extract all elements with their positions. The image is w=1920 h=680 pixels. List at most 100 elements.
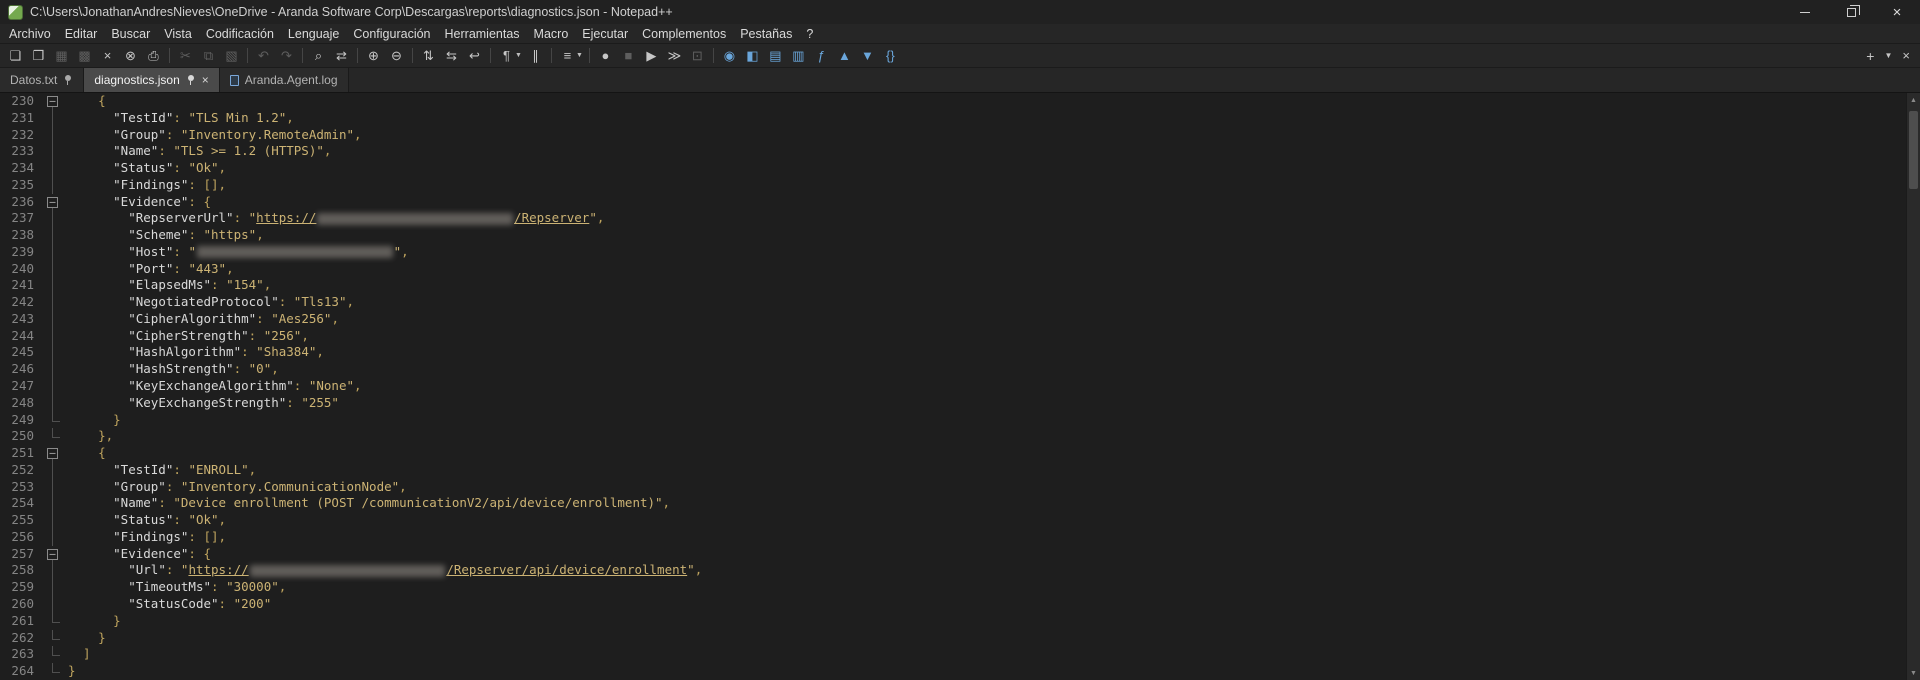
line-number[interactable]: 231 <box>0 110 40 127</box>
line-number[interactable]: 241 <box>0 277 40 294</box>
document-map-icon[interactable]: ▥ <box>787 45 810 66</box>
zoom-out-icon[interactable]: ⊖ <box>385 45 408 66</box>
line-number[interactable]: 239 <box>0 244 40 261</box>
tab-aranda-agent-log[interactable]: Aranda.Agent.log <box>220 68 349 92</box>
menu-ejecutar[interactable]: Ejecutar <box>575 26 635 42</box>
vertical-scrollbar[interactable]: ▲ ▼ <box>1906 93 1920 680</box>
fold-collapse-icon[interactable]: – <box>47 448 58 459</box>
close-all-icon[interactable]: ⊗ <box>119 45 142 66</box>
tab-close-icon[interactable]: × <box>202 74 209 86</box>
indent-guide-icon[interactable]: ∥ <box>524 45 547 66</box>
menu-lenguaje[interactable]: Lenguaje <box>281 26 346 42</box>
save-file-icon[interactable]: ▦ <box>50 45 73 66</box>
open-file-icon[interactable]: ❒ <box>27 45 50 66</box>
line-number[interactable]: 234 <box>0 160 40 177</box>
redo-icon[interactable]: ↷ <box>275 45 298 66</box>
close-button[interactable]: × <box>1874 0 1920 24</box>
line-number[interactable]: 230 <box>0 93 40 110</box>
menu-codificaci-n[interactable]: Codificación <box>199 26 281 42</box>
line-number[interactable]: 256 <box>0 529 40 546</box>
line-number[interactable]: 258 <box>0 562 40 579</box>
scroll-down-arrow-icon[interactable]: ▼ <box>1907 666 1920 680</box>
line-number[interactable]: 251 <box>0 445 40 462</box>
close-file-icon[interactable]: × <box>96 45 119 66</box>
collapse-all-icon[interactable]: ▲ <box>833 45 856 66</box>
line-number[interactable]: 261 <box>0 613 40 630</box>
restore-button[interactable] <box>1828 0 1874 24</box>
menu-pesta-as[interactable]: Pestañas <box>733 26 799 42</box>
line-number[interactable]: 243 <box>0 311 40 328</box>
paste-icon[interactable]: ▧ <box>220 45 243 66</box>
find-icon[interactable]: ⌕ <box>307 45 330 66</box>
minimize-button[interactable] <box>1782 0 1828 24</box>
chevron-down-icon[interactable]: ▼ <box>576 52 583 59</box>
menu-configuraci-n[interactable]: Configuración <box>346 26 437 42</box>
new-tab-button[interactable]: + <box>1866 48 1874 64</box>
word-wrap-icon[interactable]: ↩ <box>463 45 486 66</box>
line-number[interactable]: 255 <box>0 512 40 529</box>
title-bar[interactable]: C:\Users\JonathanAndresNieves\OneDrive -… <box>0 0 1920 24</box>
cut-icon[interactable]: ✂ <box>174 45 197 66</box>
line-number[interactable]: 237 <box>0 210 40 227</box>
menu-[interactable]: ? <box>799 26 820 42</box>
undo-icon[interactable]: ↶ <box>252 45 275 66</box>
tab-list-button[interactable]: ▼ <box>1884 51 1892 60</box>
line-number[interactable]: 248 <box>0 395 40 412</box>
save-all-icon[interactable]: ▩ <box>73 45 96 66</box>
function-list-icon[interactable]: ƒ <box>810 45 833 66</box>
line-number[interactable]: 263 <box>0 646 40 663</box>
menu-herramientas[interactable]: Herramientas <box>438 26 527 42</box>
pin-icon[interactable] <box>186 74 196 86</box>
fold-collapse-icon[interactable]: – <box>47 197 58 208</box>
tab-datos-txt[interactable]: Datos.txt <box>0 68 84 92</box>
line-number[interactable]: 247 <box>0 378 40 395</box>
folder-workspace-icon[interactable]: ▤ <box>764 45 787 66</box>
menu-buscar[interactable]: Buscar <box>104 26 157 42</box>
menu-complementos[interactable]: Complementos <box>635 26 733 42</box>
line-number[interactable]: 253 <box>0 479 40 496</box>
editor[interactable]: 230– {231 "TestId": "TLS Min 1.2",232 "G… <box>0 93 1906 680</box>
menu-macro[interactable]: Macro <box>527 26 576 42</box>
line-number[interactable]: 233 <box>0 143 40 160</box>
replace-icon[interactable]: ⇄ <box>330 45 353 66</box>
save-macro-icon[interactable]: ⊡ <box>686 45 709 66</box>
line-number[interactable]: 249 <box>0 412 40 429</box>
json-format-icon[interactable]: {} <box>879 45 902 66</box>
tab-diagnostics-json[interactable]: diagnostics.json× <box>84 68 219 92</box>
line-number[interactable]: 245 <box>0 344 40 361</box>
expand-all-icon[interactable]: ▼ <box>856 45 879 66</box>
copy-icon[interactable]: ⧉ <box>197 45 220 66</box>
sync-vertical-scroll-icon[interactable]: ⇅ <box>417 45 440 66</box>
new-file-icon[interactable]: ❏ <box>4 45 27 66</box>
start-recording-icon[interactable]: ● <box>594 45 617 66</box>
scroll-up-arrow-icon[interactable]: ▲ <box>1907 93 1920 107</box>
line-number[interactable]: 259 <box>0 579 40 596</box>
line-number[interactable]: 260 <box>0 596 40 613</box>
pin-icon[interactable] <box>63 74 73 86</box>
playback-macro-icon[interactable]: ▶ <box>640 45 663 66</box>
print-icon[interactable]: ⎙ <box>142 45 165 66</box>
stop-recording-icon[interactable]: ■ <box>617 45 640 66</box>
line-number[interactable]: 236 <box>0 194 40 211</box>
fold-collapse-icon[interactable]: – <box>47 549 58 560</box>
line-number[interactable]: 246 <box>0 361 40 378</box>
line-number[interactable]: 242 <box>0 294 40 311</box>
line-number[interactable]: 264 <box>0 663 40 680</box>
line-number[interactable]: 257 <box>0 546 40 563</box>
line-number[interactable]: 232 <box>0 127 40 144</box>
line-number[interactable]: 252 <box>0 462 40 479</box>
line-number[interactable]: 262 <box>0 630 40 647</box>
run-macro-multiple-icon[interactable]: ≫ <box>663 45 686 66</box>
document-monitor-icon[interactable]: ◉ <box>718 45 741 66</box>
line-number[interactable]: 244 <box>0 328 40 345</box>
fold-collapse-icon[interactable]: – <box>47 96 58 107</box>
menu-editar[interactable]: Editar <box>58 26 105 42</box>
line-number[interactable]: 254 <box>0 495 40 512</box>
menu-vista[interactable]: Vista <box>157 26 199 42</box>
close-document-button[interactable]: × <box>1902 48 1910 63</box>
line-number[interactable]: 235 <box>0 177 40 194</box>
line-number[interactable]: 238 <box>0 227 40 244</box>
zoom-in-icon[interactable]: ⊕ <box>362 45 385 66</box>
sync-horizontal-scroll-icon[interactable]: ⇆ <box>440 45 463 66</box>
scrollbar-thumb[interactable] <box>1909 111 1918 189</box>
